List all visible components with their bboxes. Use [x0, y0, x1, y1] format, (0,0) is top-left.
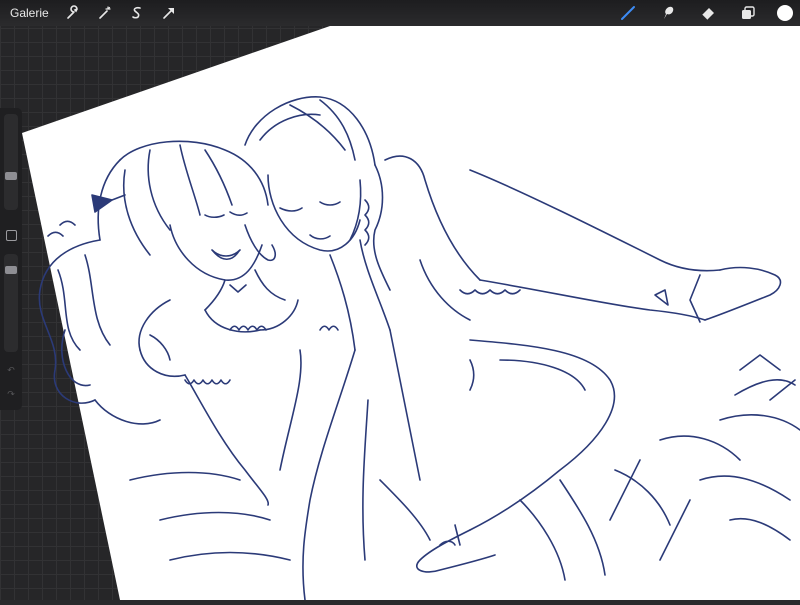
brush-size-thumb[interactable]	[5, 172, 17, 180]
opacity-thumb[interactable]	[5, 266, 17, 274]
transform-arrow-icon[interactable]	[158, 2, 180, 24]
right-toolbar	[608, 0, 800, 26]
selection-icon[interactable]	[126, 2, 148, 24]
drawing-canvas[interactable]	[0, 0, 800, 601]
top-toolbar: Galerie	[0, 0, 800, 26]
wrench-icon[interactable]	[62, 2, 84, 24]
magic-wand-icon[interactable]	[94, 2, 116, 24]
modify-button[interactable]	[6, 230, 17, 241]
opacity-slider[interactable]	[4, 254, 18, 352]
redo-icon[interactable]: ↷	[7, 390, 15, 399]
eraser-icon[interactable]	[697, 2, 719, 24]
color-picker-button[interactable]	[777, 5, 793, 21]
smudge-icon[interactable]	[657, 2, 679, 24]
brush-size-slider[interactable]	[4, 114, 18, 210]
left-sidebar: ↶ ↷	[0, 108, 22, 410]
canvas-svg[interactable]	[0, 0, 800, 601]
brush-icon[interactable]	[617, 2, 639, 24]
undo-icon[interactable]: ↶	[7, 366, 15, 375]
layers-icon[interactable]	[737, 2, 759, 24]
gallery-button[interactable]: Galerie	[10, 6, 49, 20]
